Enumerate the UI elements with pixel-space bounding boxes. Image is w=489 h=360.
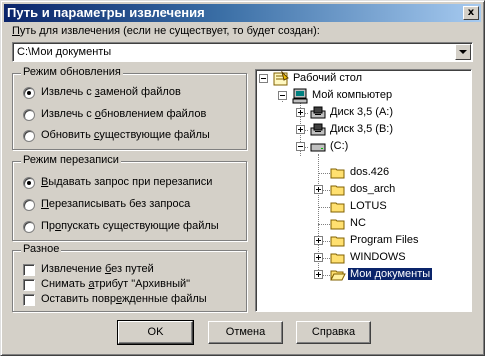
tree-label: Рабочий стол bbox=[293, 72, 363, 84]
path-combobox[interactable]: C:\Мои документы bbox=[12, 42, 473, 62]
radio-button[interactable] bbox=[23, 221, 35, 233]
radio-button[interactable] bbox=[23, 109, 35, 121]
collapse-toggle[interactable] bbox=[259, 74, 268, 83]
folder-icon bbox=[330, 219, 345, 230]
tree-label: Program Files bbox=[350, 234, 419, 246]
overwrite-mode-group: Режим перезаписи Выдавать запрос при пер… bbox=[12, 154, 247, 241]
expand-toggle[interactable] bbox=[314, 253, 323, 262]
collapse-toggle[interactable] bbox=[278, 91, 287, 100]
update-mode-legend: Режим обновления bbox=[21, 66, 123, 78]
checkbox[interactable] bbox=[23, 264, 35, 276]
expand-toggle[interactable] bbox=[314, 236, 323, 245]
window-title: Путь и параметры извлечения bbox=[7, 5, 205, 20]
overwrite-mode-legend: Режим перезаписи bbox=[21, 154, 121, 166]
radio-button[interactable] bbox=[23, 130, 35, 142]
tree-label: NC bbox=[350, 217, 366, 229]
cancel-button[interactable]: Отмена bbox=[208, 321, 283, 344]
tree-label: WINDOWS bbox=[350, 251, 406, 263]
desktop-icon bbox=[273, 71, 289, 86]
folder-icon bbox=[330, 202, 345, 213]
tree-label: (C:) bbox=[330, 140, 349, 152]
expand-toggle[interactable] bbox=[314, 185, 323, 194]
tree-label: dos_arch bbox=[350, 183, 396, 195]
tree-label: LOTUS bbox=[350, 200, 387, 212]
folder-icon bbox=[330, 168, 345, 179]
folder-tree[interactable]: Рабочий стол Мой компьютер Диск 3,5 (A:) bbox=[255, 69, 472, 312]
radio-button[interactable] bbox=[23, 199, 35, 211]
expand-toggle[interactable] bbox=[296, 125, 305, 134]
path-dropdown-button[interactable] bbox=[455, 44, 471, 60]
tree-label: Мой компьютер bbox=[312, 89, 393, 101]
folder-icon bbox=[330, 185, 345, 196]
path-value[interactable]: C:\Мои документы bbox=[17, 46, 111, 58]
ok-button[interactable]: OK bbox=[117, 320, 194, 345]
help-button[interactable]: Справка bbox=[296, 321, 371, 344]
misc-group: Разное Извлечение без путей Снимать атри… bbox=[12, 243, 247, 312]
expand-toggle[interactable] bbox=[296, 108, 305, 117]
checkbox[interactable] bbox=[23, 294, 35, 306]
update-mode-group: Режим обновления Извлечь с заменой файло… bbox=[12, 66, 247, 150]
floppy-drive-icon bbox=[310, 123, 326, 136]
folder-icon bbox=[330, 253, 345, 264]
title-bar: Путь и параметры извлечения x bbox=[4, 4, 481, 22]
expand-toggle[interactable] bbox=[314, 270, 323, 279]
tree-label: Диск 3,5 (B:) bbox=[330, 123, 394, 135]
floppy-drive-icon bbox=[310, 106, 326, 119]
tree-label: dos.426 bbox=[350, 166, 390, 178]
collapse-toggle[interactable] bbox=[296, 142, 305, 151]
folder-icon bbox=[330, 236, 345, 247]
radio-button[interactable] bbox=[23, 87, 35, 99]
radio-button[interactable] bbox=[23, 177, 35, 189]
hard-drive-icon bbox=[310, 143, 326, 152]
open-folder-icon bbox=[330, 270, 346, 281]
computer-icon bbox=[292, 88, 308, 104]
misc-legend: Разное bbox=[21, 243, 62, 255]
path-label: Путь для извлечения (если не существует,… bbox=[12, 25, 320, 37]
extract-dialog: Путь и параметры извлечения x Путь для и… bbox=[0, 0, 485, 356]
checkbox[interactable] bbox=[23, 279, 35, 291]
tree-label: Мои документы bbox=[348, 268, 433, 280]
tree-label: Диск 3,5 (A:) bbox=[330, 106, 394, 118]
close-button[interactable]: x bbox=[463, 6, 479, 20]
